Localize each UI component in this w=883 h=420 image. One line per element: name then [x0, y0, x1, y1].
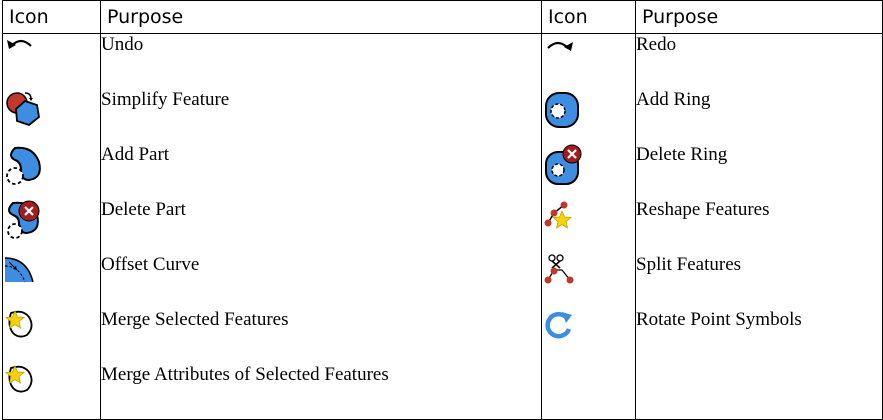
purpose-add-part: Add Part	[100, 144, 542, 199]
header-icon-2: Icon	[541, 0, 636, 34]
undo-icon	[7, 39, 32, 49]
redo-icon	[547, 41, 573, 51]
purpose-delete-ring: Delete Ring	[635, 144, 883, 199]
table-row: Undo Redo	[2, 33, 883, 89]
split-features-icon	[544, 254, 574, 284]
purpose-redo: Redo	[635, 33, 883, 89]
table-row: Delete Part Reshape Features	[2, 199, 883, 254]
merge-attributes-icon	[4, 364, 33, 393]
purpose-split-features: Split Features	[635, 254, 883, 309]
table-row: Add Part Delete Ring	[2, 144, 883, 199]
offset-curve-icon	[4, 257, 34, 283]
purpose-add-ring: Add Ring	[635, 89, 883, 144]
table-row: Simplify Feature Add Ring	[2, 89, 883, 144]
purpose-rotate-point-symbols: Rotate Point Symbols	[635, 309, 883, 364]
merge-selected-features-icon	[4, 309, 33, 338]
purpose-merge-attributes: Merge Attributes of Selected Features	[100, 364, 542, 420]
purpose-offset-curve: Offset Curve	[100, 254, 542, 309]
header-row: Icon Purpose Icon Purpose	[2, 0, 883, 34]
header-icon: Icon	[2, 0, 101, 34]
reshape-features-icon	[544, 201, 573, 229]
add-part-icon	[6, 146, 41, 185]
add-ring-icon	[545, 92, 579, 128]
purpose-undo: Undo	[100, 33, 542, 89]
simplify-feature-icon	[6, 92, 40, 127]
purpose-merge-selected-features: Merge Selected Features	[100, 309, 542, 364]
header-purpose-2: Purpose	[635, 0, 883, 34]
header-purpose: Purpose	[100, 0, 542, 34]
table-row: Merge Attributes of Selected Features	[2, 364, 883, 420]
purpose-simplify-feature: Simplify Feature	[100, 89, 542, 144]
delete-ring-icon	[545, 144, 582, 185]
purpose-delete-part: Delete Part	[100, 199, 542, 254]
purpose-reshape-features: Reshape Features	[635, 199, 883, 254]
delete-part-icon	[7, 200, 40, 239]
rotate-point-symbols-icon	[545, 311, 572, 339]
icon-purpose-table: Icon Purpose Icon Purpose Undo Redo Simp…	[2, 0, 883, 420]
purpose-empty	[635, 364, 883, 420]
table-row: Offset Curve Split Features	[2, 254, 883, 309]
table-row: Merge Selected Features Rotate Point Sym…	[2, 309, 883, 364]
